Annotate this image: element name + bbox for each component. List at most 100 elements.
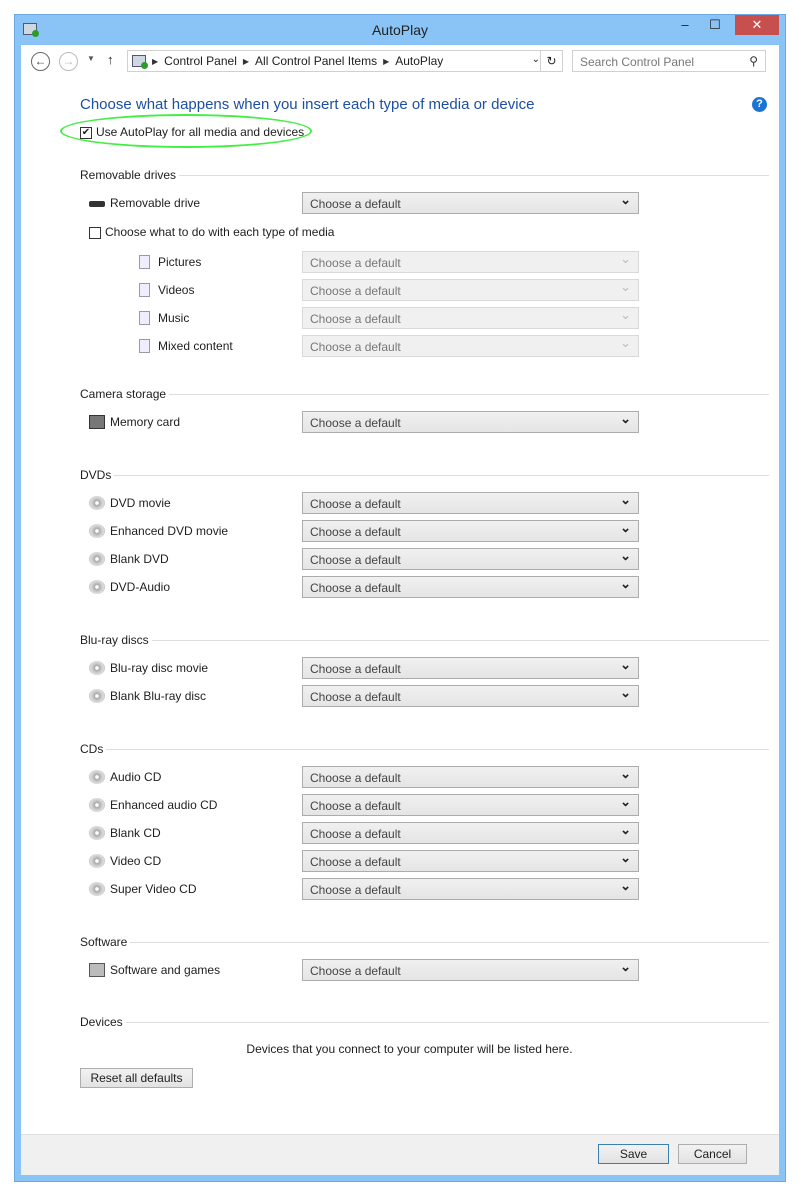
breadcrumb-separator-icon: ▶: [383, 56, 390, 66]
close-button[interactable]: ✕: [735, 15, 779, 35]
save-button[interactable]: Save: [598, 1144, 669, 1164]
row-label: DVD-Audio: [110, 580, 171, 594]
each-media-checkbox[interactable]: Choose what to do with each type of medi…: [89, 225, 334, 239]
enhanced-dvd-select[interactable]: Choose a default: [302, 520, 639, 542]
blank-bluray-icon: [89, 689, 105, 703]
enhanced-audio-cd-icon: [89, 798, 105, 812]
divider: [151, 640, 769, 641]
dvd-audio-icon: [89, 580, 105, 594]
super-video-cd-select[interactable]: Choose a default: [302, 878, 639, 900]
section-heading: Camera storage: [80, 387, 167, 401]
dvd-movie-select[interactable]: Choose a default: [302, 492, 639, 514]
mixed-content-icon: [139, 339, 150, 353]
row-label: Video CD: [110, 854, 162, 868]
videos-select[interactable]: Choose a default: [302, 279, 639, 301]
bluray-movie-select[interactable]: Choose a default: [302, 657, 639, 679]
dvd-movie-icon: [89, 496, 105, 510]
audio-cd-icon: [89, 770, 105, 784]
divider: [106, 749, 769, 750]
title-bar: AutoPlay ‒ ☐ ✕: [15, 15, 785, 45]
pictures-icon: [139, 255, 150, 269]
blank-dvd-select[interactable]: Choose a default: [302, 548, 639, 570]
reset-all-defaults-button[interactable]: Reset all defaults: [80, 1068, 193, 1088]
video-cd-select[interactable]: Choose a default: [302, 850, 639, 872]
row-label: Blank DVD: [110, 552, 169, 566]
dvd-audio-select[interactable]: Choose a default: [302, 576, 639, 598]
row-label: Super Video CD: [110, 882, 197, 896]
software-games-select[interactable]: Choose a default: [302, 959, 639, 981]
section-heading: Blu-ray discs: [80, 633, 149, 647]
audio-cd-select[interactable]: Choose a default: [302, 766, 639, 788]
highlight-ellipse: [60, 114, 312, 148]
memory-card-select[interactable]: Choose a default: [302, 411, 639, 433]
control-panel-icon: [132, 55, 148, 69]
back-button[interactable]: ←: [31, 52, 50, 71]
devices-message: Devices that you connect to your compute…: [246, 1042, 573, 1056]
blank-dvd-icon: [89, 552, 105, 566]
refresh-icon[interactable]: ↻: [540, 51, 562, 71]
section-devices: Devices Devices that you connect to your…: [80, 1014, 779, 1088]
page-title: Choose what happens when you insert each…: [80, 96, 535, 113]
row-label: Audio CD: [110, 770, 162, 784]
row-label: Blank Blu-ray disc: [110, 689, 207, 703]
divider: [130, 942, 769, 943]
cancel-button[interactable]: Cancel: [678, 1144, 747, 1164]
row-label: Music: [158, 311, 190, 325]
row-label: Removable drive: [110, 196, 201, 210]
row-label: Blu-ray disc movie: [110, 661, 209, 675]
each-media-label: Choose what to do with each type of medi…: [105, 225, 335, 239]
removable-drive-select[interactable]: Choose a default: [302, 192, 639, 214]
bluray-movie-icon: [89, 661, 105, 675]
row-label: Blank CD: [110, 826, 161, 840]
section-heading: CDs: [80, 742, 104, 756]
mixed-content-select[interactable]: Choose a default: [302, 335, 639, 357]
breadcrumb-control-panel[interactable]: Control Panel: [164, 54, 237, 68]
section-bluray: Blu-ray discs Blu-ray disc movie Choose a…: [80, 632, 779, 710]
navigation-bar: ← → ▼ ↑ ▶ Control Panel ▶ All Control Pa…: [21, 45, 779, 77]
maximize-button[interactable]: ☐: [701, 15, 729, 35]
section-heading: Devices: [80, 1015, 123, 1029]
section-heading: DVDs: [80, 468, 112, 482]
search-icon[interactable]: ⚲: [749, 54, 758, 68]
section-dvds: DVDs DVD movie Choose a default Enhanced …: [80, 467, 779, 601]
software-games-icon: [89, 963, 105, 977]
blank-cd-select[interactable]: Choose a default: [302, 822, 639, 844]
blank-bluray-select[interactable]: Choose a default: [302, 685, 639, 707]
minimize-button[interactable]: ‒: [671, 15, 699, 35]
recent-pages-chevron-icon[interactable]: ▼: [87, 54, 95, 63]
address-dropdown-icon[interactable]: ⌄: [532, 54, 540, 65]
divider: [169, 394, 769, 395]
forward-button[interactable]: →: [59, 52, 78, 71]
breadcrumb-autoplay[interactable]: AutoPlay: [395, 54, 443, 68]
blank-cd-icon: [89, 826, 105, 840]
music-icon: [139, 311, 150, 325]
up-button[interactable]: ↑: [107, 52, 114, 67]
super-video-cd-icon: [89, 882, 105, 896]
pictures-select[interactable]: Choose a default: [302, 251, 639, 273]
section-heading: Removable drives: [80, 168, 177, 182]
address-bar[interactable]: ▶ Control Panel ▶ All Control Panel Item…: [127, 50, 563, 72]
checkbox-unchecked[interactable]: [89, 226, 101, 239]
memory-card-icon: [89, 415, 105, 429]
section-removable-drives: Removable drives Removable drive Choose a…: [80, 167, 779, 360]
help-icon[interactable]: ?: [752, 97, 767, 112]
row-label: Enhanced DVD movie: [110, 524, 229, 538]
search-input[interactable]: Search Control Panel ⚲: [572, 50, 766, 72]
videos-icon: [139, 283, 150, 297]
row-label: DVD movie: [110, 496, 171, 510]
divider: [125, 1022, 769, 1023]
video-cd-icon: [89, 854, 105, 868]
removable-drive-icon: [89, 201, 105, 207]
breadcrumb-all-items[interactable]: All Control Panel Items: [255, 54, 377, 68]
row-label: Software and games: [110, 963, 221, 977]
autoplay-window: AutoPlay ‒ ☐ ✕ ← → ▼ ↑ ▶ Control Panel ▶…: [14, 14, 786, 1182]
divider: [179, 175, 769, 176]
divider: [114, 475, 769, 476]
autoplay-all-checkbox[interactable]: ✔ Use AutoPlay for all media and devices: [60, 114, 779, 148]
row-label: Pictures: [158, 255, 202, 269]
section-heading: Software: [80, 935, 128, 949]
section-cds: CDs Audio CD Choose a default Enhanced au…: [80, 741, 779, 903]
row-label: Enhanced audio CD: [110, 798, 218, 812]
enhanced-audio-cd-select[interactable]: Choose a default: [302, 794, 639, 816]
music-select[interactable]: Choose a default: [302, 307, 639, 329]
